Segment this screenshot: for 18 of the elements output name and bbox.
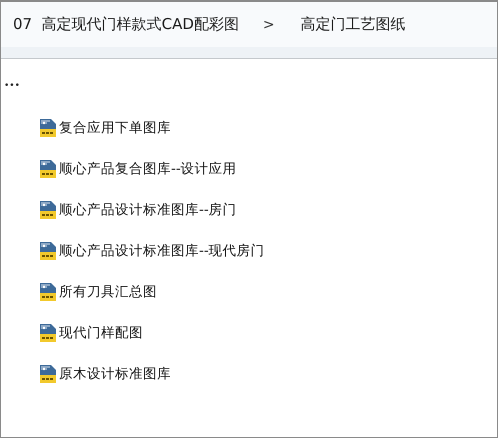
breadcrumb-item[interactable]: 高定门工艺图纸 <box>300 15 406 34</box>
file-name[interactable]: 所有刀具汇总图 <box>59 283 157 301</box>
dwg-file-icon <box>39 118 57 138</box>
breadcrumb-item[interactable]: 07 高定现代门样款式CAD配彩图 <box>13 15 239 34</box>
dwg-file-icon <box>39 364 57 384</box>
file-name[interactable]: 顺心产品复合图库--设计应用 <box>59 160 237 178</box>
dwg-file-icon <box>39 323 57 343</box>
dwg-file-icon <box>39 200 57 220</box>
dwg-file-icon <box>39 159 57 179</box>
dwg-file-icon <box>39 241 57 261</box>
file-name[interactable]: 现代门样配图 <box>59 324 143 342</box>
file-name[interactable]: 顺心产品设计标准图库--现代房门 <box>59 242 265 260</box>
more-button[interactable]: ••• <box>4 81 20 91</box>
file-name[interactable]: 复合应用下单图库 <box>59 119 171 137</box>
file-name[interactable]: 顺心产品设计标准图库--房门 <box>59 201 237 219</box>
dwg-file-icon <box>39 282 57 302</box>
file-name[interactable]: 原木设计标准图库 <box>59 365 171 383</box>
breadcrumb-separator: > <box>262 16 275 32</box>
